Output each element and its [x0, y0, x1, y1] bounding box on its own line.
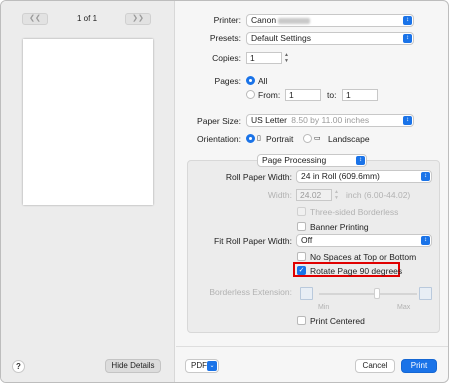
fit-roll-select[interactable]: Off ↕ — [296, 234, 432, 247]
no-spaces-checkbox[interactable] — [297, 252, 306, 261]
chevron-double-right-icon: ❯❯ — [132, 15, 144, 22]
pages-label: Pages: — [214, 76, 241, 86]
width-field[interactable]: 24.02 — [296, 189, 332, 201]
hide-details-button[interactable]: Hide Details — [105, 359, 161, 373]
pages-all-label: All — [258, 76, 268, 86]
banner-checkbox[interactable] — [297, 222, 306, 231]
orientation-portrait-radio[interactable] — [246, 134, 255, 143]
presets-value: Default Settings — [251, 33, 312, 43]
chevron-updown-icon: ↕ — [403, 34, 412, 43]
three-sided-label: Three-sided Borderless — [310, 207, 399, 217]
chevron-updown-icon: ↕ — [421, 236, 430, 245]
paper-size-select[interactable]: US Letter 8.50 by 11.00 inches ↕ — [246, 114, 414, 127]
width-label: Width: — [267, 190, 292, 200]
orientation-landscape-radio[interactable] — [303, 134, 312, 143]
pages-from-label: From: — [258, 90, 281, 100]
previous-page-button[interactable]: ❮❮ — [22, 13, 48, 25]
printer-value: Canon — [251, 15, 277, 25]
rotate-checkbox[interactable]: ✓ — [297, 266, 306, 275]
paper-size-label: Paper Size: — [197, 116, 241, 126]
fit-roll-value: Off — [301, 235, 313, 245]
presets-select[interactable]: Default Settings ↕ — [246, 32, 414, 45]
chevron-down-icon: ⌄ — [207, 361, 217, 371]
orientation-portrait-label: Portrait — [266, 134, 294, 144]
borderless-ext-label: Borderless Extension: — [209, 287, 292, 297]
orientation-landscape-label: Landscape — [328, 134, 370, 144]
pages-to-label: to: — [327, 90, 337, 100]
print-dialog: ❮❮ 1 of 1 ❯❯ ? Hide Details Printer: Can… — [0, 0, 449, 383]
pdf-label: PDF — [191, 361, 207, 370]
chevron-double-left-icon: ❮❮ — [29, 15, 41, 22]
printer-select[interactable]: Canon ↕ — [246, 14, 414, 27]
section-select[interactable]: Page Processing ↕ — [257, 154, 367, 167]
chevron-updown-icon: ↕ — [403, 116, 412, 125]
fit-roll-label: Fit Roll Paper Width: — [214, 236, 292, 246]
three-sided-checkbox[interactable] — [297, 207, 306, 216]
roll-width-value: 24 in Roll (609.6mm) — [301, 171, 380, 181]
roll-width-select[interactable]: 24 in Roll (609.6mm) ↕ — [296, 170, 432, 183]
copies-field[interactable]: 1 — [246, 52, 282, 64]
chevron-updown-icon: ↕ — [421, 172, 430, 181]
pages-to-field[interactable]: 1 — [342, 89, 378, 101]
slider-knob[interactable] — [374, 288, 380, 299]
help-button[interactable]: ? — [12, 360, 25, 373]
width-unit: inch (6.00-44.02) — [346, 190, 411, 200]
min-extension-icon — [300, 287, 313, 300]
print-centered-label: Print Centered — [310, 316, 365, 326]
rotate-label: Rotate Page 90 degrees — [310, 266, 403, 276]
print-button[interactable]: Print — [401, 359, 437, 373]
slider-min-label: Min — [318, 304, 330, 311]
banner-label: Banner Printing — [310, 222, 369, 232]
pdf-menu-button[interactable]: PDF ⌄ — [185, 359, 219, 373]
pages-from-field[interactable]: 1 — [285, 89, 321, 101]
page-preview — [23, 39, 153, 205]
copies-label: Copies: — [212, 53, 241, 63]
preview-pane: ❮❮ 1 of 1 ❯❯ ? Hide Details — [1, 1, 175, 382]
print-centered-checkbox[interactable] — [297, 316, 306, 325]
slider-max-label: Max — [397, 304, 411, 311]
orientation-label: Orientation: — [197, 134, 241, 144]
pages-all-radio[interactable] — [246, 76, 255, 85]
page-indicator: 1 of 1 — [77, 14, 98, 23]
checkmark-icon: ✓ — [298, 267, 305, 274]
footer-divider — [176, 346, 448, 347]
chevron-updown-icon: ↕ — [403, 16, 412, 25]
width-stepper[interactable]: ▲ ▼ — [333, 189, 340, 201]
paper-size-dims: 8.50 by 11.00 inches — [291, 115, 370, 125]
cancel-button[interactable]: Cancel — [355, 359, 395, 373]
printer-label: Printer: — [213, 15, 241, 25]
copies-stepper[interactable]: ▲ ▼ — [283, 52, 290, 64]
redacted-printer-model — [278, 17, 311, 24]
next-page-button[interactable]: ❯❯ — [125, 13, 151, 25]
roll-width-label: Roll Paper Width: — [225, 172, 292, 182]
portrait-icon: ▯ — [257, 135, 261, 142]
pages-range-radio[interactable] — [246, 90, 255, 99]
chevron-updown-icon: ↕ — [356, 156, 365, 165]
borderless-ext-slider[interactable] — [319, 293, 417, 295]
presets-label: Presets: — [209, 33, 241, 43]
section-value: Page Processing — [262, 155, 327, 165]
max-extension-icon — [419, 287, 432, 300]
landscape-icon: ▭ — [314, 135, 321, 142]
paper-size-value: US Letter — [251, 115, 287, 125]
